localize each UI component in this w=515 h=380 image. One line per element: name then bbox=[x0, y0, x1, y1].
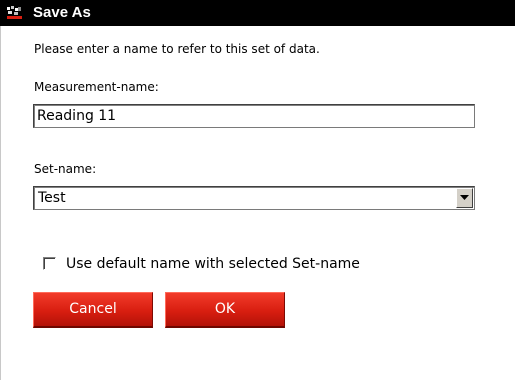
measurement-name-label: Measurement-name: bbox=[34, 80, 159, 94]
window-border bbox=[0, 26, 1, 380]
instruction-text: Please enter a name to refer to this set… bbox=[34, 42, 320, 56]
cancel-button[interactable]: Cancel bbox=[33, 292, 153, 328]
set-name-select[interactable]: Test bbox=[33, 186, 475, 210]
title-bar: Save As bbox=[0, 0, 515, 26]
measurement-name-input[interactable] bbox=[37, 107, 467, 125]
default-name-checkbox-label[interactable]: Use default name with selected Set-name bbox=[66, 256, 360, 272]
dropdown-button[interactable] bbox=[456, 188, 473, 208]
set-name-value: Test bbox=[38, 190, 66, 206]
window-title: Save As bbox=[33, 4, 91, 21]
app-logo-icon bbox=[6, 5, 23, 21]
set-name-label: Set-name: bbox=[34, 162, 97, 176]
default-name-checkbox[interactable] bbox=[43, 257, 56, 270]
triangle-down-icon bbox=[460, 195, 469, 200]
measurement-name-field[interactable] bbox=[33, 104, 475, 128]
ok-button[interactable]: OK bbox=[165, 292, 285, 328]
